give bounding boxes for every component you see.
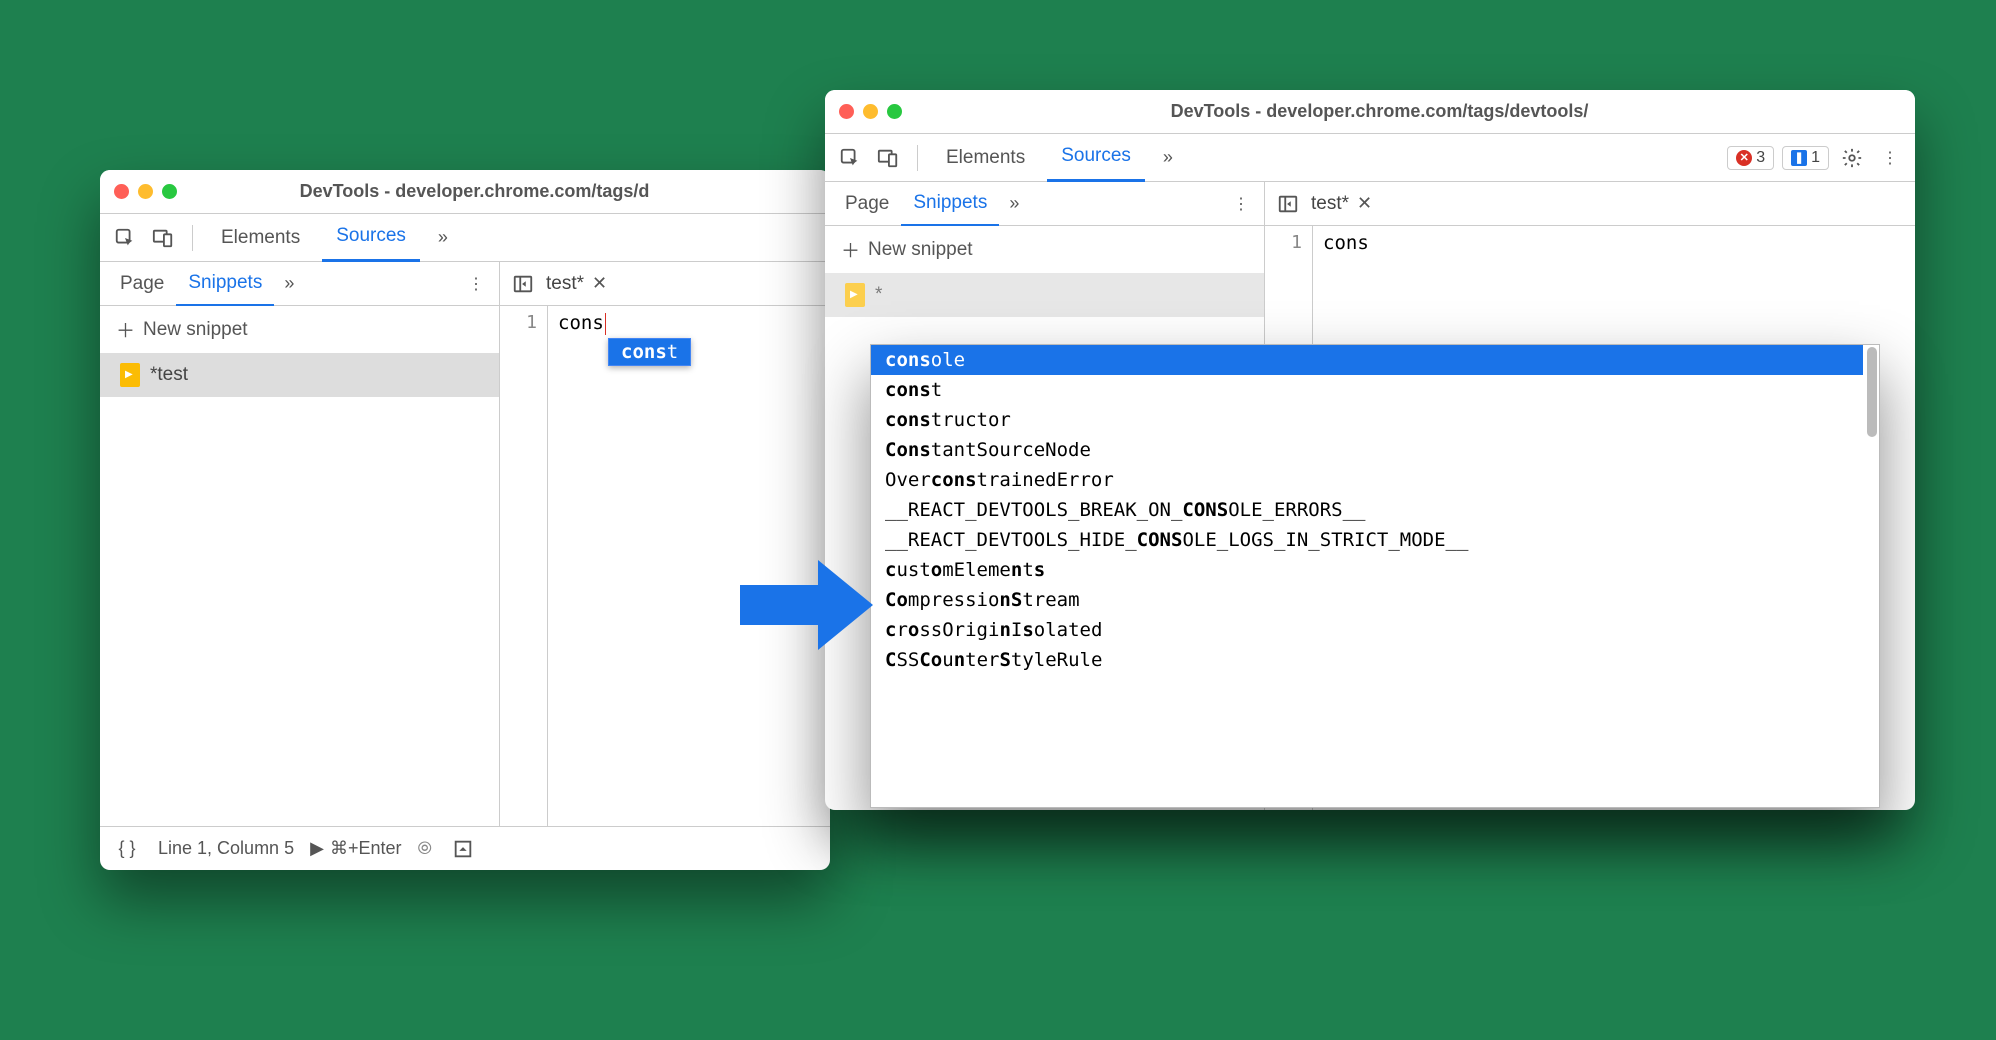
pretty-print-icon[interactable]: { } xyxy=(112,834,142,864)
toggle-navigator-icon[interactable] xyxy=(508,269,538,299)
titlebar: DevTools - developer.chrome.com/tags/d xyxy=(100,170,830,214)
subtab-page[interactable]: Page xyxy=(108,263,176,305)
more-tabs-icon[interactable]: » xyxy=(1153,147,1183,168)
line-number: 1 xyxy=(500,312,537,333)
inspect-icon[interactable] xyxy=(835,143,865,173)
more-menu-icon[interactable]: ⋮ xyxy=(1875,143,1905,173)
open-file-name: test* xyxy=(546,273,584,295)
open-file-tab[interactable]: test* ✕ xyxy=(546,273,607,295)
separator xyxy=(917,145,918,171)
tab-sources[interactable]: Sources xyxy=(322,213,420,262)
window-title: DevTools - developer.chrome.com/tags/d xyxy=(193,181,816,202)
content-area: ＋ New snippet *test 1 cons const xyxy=(100,306,830,826)
sources-subbar: Page Snippets » ⋮ test* ✕ xyxy=(100,262,830,306)
device-toggle-icon[interactable] xyxy=(148,223,178,253)
error-icon: ✕ xyxy=(1736,150,1752,166)
line-gutter: 1 xyxy=(500,306,548,826)
autocomplete-item[interactable]: __REACT_DEVTOOLS_BREAK_ON_CONSOLE_ERRORS… xyxy=(871,495,1863,525)
errors-badge[interactable]: ✕ 3 xyxy=(1727,146,1774,170)
autocomplete-item[interactable]: console xyxy=(871,345,1863,375)
new-snippet-label: New snippet xyxy=(143,319,248,341)
run-snippet-button[interactable]: ▶ ⌘+Enter xyxy=(310,838,401,859)
main-toolbar: Elements Sources » ✕ 3 ❚ 1 ⋮ xyxy=(825,134,1915,182)
more-subtabs-icon[interactable]: » xyxy=(999,193,1029,214)
settings-icon[interactable] xyxy=(1837,143,1867,173)
open-file-tab[interactable]: test* ✕ xyxy=(1311,193,1372,215)
autocomplete-item[interactable]: CSSCounterStyleRule xyxy=(871,645,1863,675)
autocomplete-item[interactable]: const xyxy=(609,339,690,365)
subtab-page[interactable]: Page xyxy=(833,183,901,225)
snippet-file-icon xyxy=(845,283,865,307)
issues-badge[interactable]: ❚ 1 xyxy=(1782,146,1829,170)
close-tab-icon[interactable]: ✕ xyxy=(1357,193,1372,214)
minimize-window-icon[interactable] xyxy=(138,184,153,199)
close-window-icon[interactable] xyxy=(114,184,129,199)
autocomplete-item[interactable]: ConstantSourceNode xyxy=(871,435,1863,465)
minimize-window-icon[interactable] xyxy=(863,104,878,119)
maximize-window-icon[interactable] xyxy=(162,184,177,199)
maximize-window-icon[interactable] xyxy=(887,104,902,119)
close-window-icon[interactable] xyxy=(839,104,854,119)
editor-text: cons xyxy=(1323,232,1369,254)
autocomplete-item[interactable]: __REACT_DEVTOOLS_HIDE_CONSOLE_LOGS_IN_ST… xyxy=(871,525,1863,555)
transition-arrow-icon xyxy=(740,560,880,650)
new-snippet-button[interactable]: ＋ New snippet xyxy=(100,306,499,353)
line-number: 1 xyxy=(1265,232,1302,253)
run-shortcut: ⌘+Enter xyxy=(330,838,402,859)
scrollbar-thumb[interactable] xyxy=(1867,347,1877,437)
autocomplete-item[interactable]: crossOriginIsolated xyxy=(871,615,1863,645)
subtab-snippets[interactable]: Snippets xyxy=(176,262,274,306)
window-title: DevTools - developer.chrome.com/tags/dev… xyxy=(918,101,1901,122)
play-icon: ▶ xyxy=(310,838,324,859)
more-subtabs-icon[interactable]: » xyxy=(274,273,304,294)
snippet-file-name: *test xyxy=(150,364,188,386)
issue-icon: ❚ xyxy=(1791,150,1807,166)
editor-text: cons xyxy=(558,312,604,334)
issue-count: 1 xyxy=(1811,149,1820,167)
open-file-name: test* xyxy=(1311,193,1349,215)
autocomplete-item[interactable]: const xyxy=(871,375,1863,405)
autocomplete-item[interactable]: customElements xyxy=(871,555,1863,585)
show-panel-icon[interactable] xyxy=(448,834,478,864)
device-toggle-icon[interactable] xyxy=(873,143,903,173)
autocomplete-popup-large[interactable]: consoleconstconstructorConstantSourceNod… xyxy=(870,344,1880,808)
more-options-icon[interactable]: ⋮ xyxy=(461,269,491,299)
separator xyxy=(192,225,193,251)
cursor-position: Line 1, Column 5 xyxy=(158,838,294,859)
plus-icon: ＋ xyxy=(116,316,135,343)
more-options-icon[interactable]: ⋮ xyxy=(1226,189,1256,219)
new-snippet-label: New snippet xyxy=(868,239,973,261)
traffic-lights xyxy=(839,104,902,119)
titlebar: DevTools - developer.chrome.com/tags/dev… xyxy=(825,90,1915,134)
devtools-window-left: DevTools - developer.chrome.com/tags/d E… xyxy=(100,170,830,870)
text-cursor xyxy=(605,313,606,335)
more-tabs-icon[interactable]: » xyxy=(428,227,458,248)
plus-icon: ＋ xyxy=(841,236,860,263)
close-tab-icon[interactable]: ✕ xyxy=(592,273,607,294)
sidebar: ＋ New snippet *test xyxy=(100,306,500,826)
snippet-file-icon xyxy=(120,363,140,387)
coverage-icon[interactable]: ⦾ xyxy=(417,838,431,859)
main-toolbar: Elements Sources » xyxy=(100,214,830,262)
autocomplete-popup[interactable]: const xyxy=(608,338,691,366)
inspect-icon[interactable] xyxy=(110,223,140,253)
snippet-file-row[interactable]: *test xyxy=(100,353,499,397)
new-snippet-button[interactable]: ＋ New snippet xyxy=(825,226,1264,273)
autocomplete-item[interactable]: OverconstrainedError xyxy=(871,465,1863,495)
tab-sources[interactable]: Sources xyxy=(1047,133,1145,182)
tab-elements[interactable]: Elements xyxy=(207,215,314,261)
subtab-snippets[interactable]: Snippets xyxy=(901,182,999,226)
tab-elements[interactable]: Elements xyxy=(932,135,1039,181)
sources-subbar: Page Snippets » ⋮ test* ✕ xyxy=(825,182,1915,226)
snippet-file-row[interactable]: * xyxy=(825,273,1264,317)
snippet-file-name: * xyxy=(875,284,882,306)
autocomplete-item[interactable]: constructor xyxy=(871,405,1863,435)
error-count: 3 xyxy=(1756,149,1765,167)
status-bar: { } Line 1, Column 5 ▶ ⌘+Enter ⦾ xyxy=(100,826,830,870)
toggle-navigator-icon[interactable] xyxy=(1273,189,1303,219)
autocomplete-item[interactable]: CompressionStream xyxy=(871,585,1863,615)
traffic-lights xyxy=(114,184,177,199)
